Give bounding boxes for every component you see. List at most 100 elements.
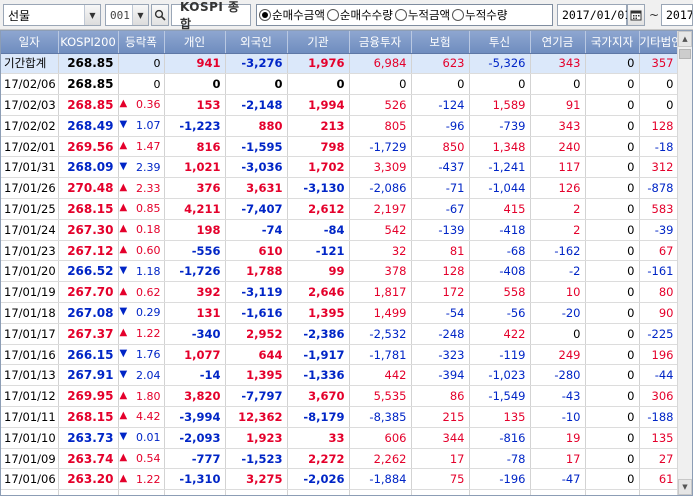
insurance-cell: 128 (411, 260, 470, 283)
column-header[interactable]: 개인 (164, 31, 226, 54)
pension-fund-cell: 0 (530, 73, 586, 96)
table-row[interactable]: 17/01/05261.98▼1.14-42831829887064-557-5… (1, 489, 679, 495)
table-row[interactable]: 17/02/03 268.85 ▲ 0.36 153 -2,148 1,994 526 -124… (1, 94, 679, 116)
column-header[interactable]: 보험 (411, 31, 470, 54)
change-cell: ▼ 0.29 (118, 302, 165, 324)
individual-cell: -3,994 (164, 406, 226, 428)
date-cell: 17/02/06 (1, 73, 59, 96)
radio-cumulative-amount[interactable]: 누적금액 (394, 7, 450, 23)
individual-cell: 392 (164, 281, 226, 304)
table-row[interactable]: 17/01/20 266.52 ▼ 1.18 -1,726 1,788 99 378 128 -4… (1, 260, 679, 283)
government-cell: 0 (585, 448, 640, 470)
table-row[interactable]: 17/01/25 268.15 ▲ 0.85 4,211 -7,407 2,612 2,197… (1, 198, 679, 220)
radio-net-buy-quantity[interactable]: 순매수수량 (326, 7, 393, 23)
change-value: 2.33 (136, 181, 161, 195)
financial-investment-cell: 805 (349, 115, 412, 137)
government-cell: 0 (585, 323, 640, 345)
pension-fund-cell: -280 (530, 364, 586, 387)
insurance-cell: -394 (411, 364, 470, 387)
investment-trust-cell: -119 (469, 344, 531, 366)
column-header[interactable]: 등락폭 (118, 31, 165, 54)
radio-net-buy-amount[interactable]: 순매수금액 (259, 7, 325, 23)
table-row[interactable]: 17/01/10 263.73 ▼ 0.01 -2,093 1,923 33 606 344 -8… (1, 427, 679, 449)
pension-fund-cell: -2 (530, 260, 586, 283)
market-select[interactable]: 선물 ▼ (3, 4, 101, 26)
table-row[interactable]: 17/02/06 268.85 0 0 0 0 0 0 0 0 0 0 (1, 73, 679, 96)
change-cell: ▲ 2.33 (118, 177, 165, 200)
code-select[interactable]: 001 ▼ (105, 4, 149, 26)
individual-cell: -777 (164, 448, 226, 470)
table-row[interactable]: 17/01/26 270.48 ▲ 2.33 376 3,631 -3,130 -2,086-… (1, 177, 679, 200)
radio-dot-icon (326, 9, 339, 21)
other-corporation-cell: 80 (639, 281, 679, 304)
financial-investment-cell: 606 (349, 427, 412, 449)
down-triangle-icon: ▼ (119, 264, 128, 276)
start-date-input[interactable]: 2017/01/01 (557, 4, 631, 26)
table-row[interactable]: 17/01/06 263.20 ▲ 1.22 -1,310 3,275 -2,026 -1,8… (1, 468, 679, 491)
financial-investment-cell: -2,086 (349, 177, 412, 200)
up-triangle-icon: ▲ (119, 472, 128, 484)
column-header[interactable]: 국가지자 (585, 31, 640, 54)
table-row[interactable]: 17/01/31 268.09 ▼ 2.39 1,021 -3,036 1,702 3,309… (1, 156, 679, 179)
search-button[interactable] (151, 4, 169, 26)
scrollbar-thumb[interactable] (679, 49, 691, 59)
other-corporation-cell: 0 (639, 94, 679, 116)
date-cell: 17/01/18 (1, 302, 59, 324)
column-header[interactable]: KOSPI200 (58, 31, 119, 54)
market-select-value: 선물 (8, 8, 31, 23)
table-row[interactable]: 17/01/17 267.37 ▲ 1.22 -340 2,952 -2,386 -2,532… (1, 323, 679, 345)
kospi200-cell: 263.73 (58, 427, 119, 449)
table-row[interactable]: 17/02/02 268.49 ▼ 1.07 -1,223 880 213 805 -96 -73… (1, 115, 679, 137)
institution-cell: 2,272 (287, 448, 350, 470)
column-header[interactable]: 일자 (1, 31, 59, 54)
scroll-up-icon[interactable]: ▲ (678, 31, 692, 47)
kospi200-cell: 267.91 (58, 364, 119, 387)
scroll-down-icon[interactable]: ▼ (678, 479, 692, 495)
table-row[interactable]: 17/01/12 269.95 ▲ 1.80 3,820 -7,797 3,670 5,535… (1, 385, 679, 408)
insurance-cell: -71 (411, 177, 470, 200)
government-cell: 0 (585, 364, 640, 387)
pension-fund-cell: 2 (530, 219, 586, 241)
chevron-down-icon[interactable]: ▼ (132, 5, 148, 25)
kospi200-cell: 269.95 (58, 385, 119, 408)
individual-cell: 376 (164, 177, 226, 200)
change-cell: ▼ 2.39 (118, 156, 165, 179)
pension-fund-cell: 126 (530, 177, 586, 200)
table-row[interactable]: 17/01/11 268.15 ▲ 4.42 -3,994 12,362 -8,179 -8,… (1, 406, 679, 428)
institution-cell: 3,670 (287, 385, 350, 408)
table-row[interactable]: 17/01/16 266.15 ▼ 1.76 1,077 644 -1,917 -1,781-… (1, 344, 679, 366)
kospi200-cell: 268.09 (58, 156, 119, 179)
start-date-calendar-button[interactable] (627, 4, 645, 26)
table-row[interactable]: 17/01/23 267.12 ▲ 0.60 -556 610 -121 32 81 -68 -16… (1, 240, 679, 262)
chevron-down-icon[interactable]: ▼ (84, 5, 100, 25)
investment-trust-cell: -78 (469, 448, 531, 470)
end-date-input[interactable]: 2017/ (661, 4, 693, 26)
column-header[interactable]: 투신 (469, 31, 531, 54)
table-row[interactable]: 17/01/24 267.30 ▲ 0.18 198 -74 -84 542 -139 -418 2… (1, 219, 679, 241)
up-triangle-icon: ▲ (119, 202, 128, 214)
insurance-cell: 17 (411, 448, 470, 470)
radio-label: 순매수수량 (339, 8, 393, 22)
column-header[interactable]: 금융투자 (349, 31, 412, 54)
other-corporation-cell: -39 (639, 219, 679, 241)
table-row[interactable]: 17/01/13 267.91 ▼ 2.04 -14 1,395 -1,336 442 -394… (1, 364, 679, 387)
column-header[interactable]: 외국인 (225, 31, 288, 54)
individual-cell: -2,093 (164, 427, 226, 449)
column-header[interactable]: 기관 (287, 31, 350, 54)
table-row[interactable]: 17/01/09 263.74 ▲ 0.54 -777 -1,523 2,272 2,262 1… (1, 448, 679, 470)
insurance-cell: 623 (411, 53, 470, 75)
period-total-row[interactable]: 기간합계 268.85 0 941 -3,276 1,976 6,984 623 -5,326 3… (1, 53, 679, 75)
table-row[interactable]: 17/01/19 267.70 ▲ 0.62 392 -3,119 2,646 1,817 17… (1, 281, 679, 304)
column-header[interactable]: 기타법인 (639, 31, 679, 54)
vertical-scrollbar[interactable]: ▲ ▼ (677, 31, 692, 495)
change-value: 1.22 (136, 327, 161, 341)
foreign-cell: -3,036 (225, 156, 288, 179)
radio-cumulative-quantity[interactable]: 누적수량 (452, 7, 507, 23)
change-cell: ▲ 0.36 (118, 94, 165, 116)
government-cell: 0 (585, 136, 640, 158)
up-triangle-icon: ▲ (119, 285, 128, 297)
table-row[interactable]: 17/02/01 269.56 ▲ 1.47 816 -1,595 798 -1,729 850… (1, 136, 679, 158)
column-header[interactable]: 연기금 (530, 31, 586, 54)
table-row[interactable]: 17/01/18 267.08 ▼ 0.29 131 -1,616 1,395 1,499 -5… (1, 302, 679, 324)
institution-cell: -1,336 (287, 364, 350, 387)
